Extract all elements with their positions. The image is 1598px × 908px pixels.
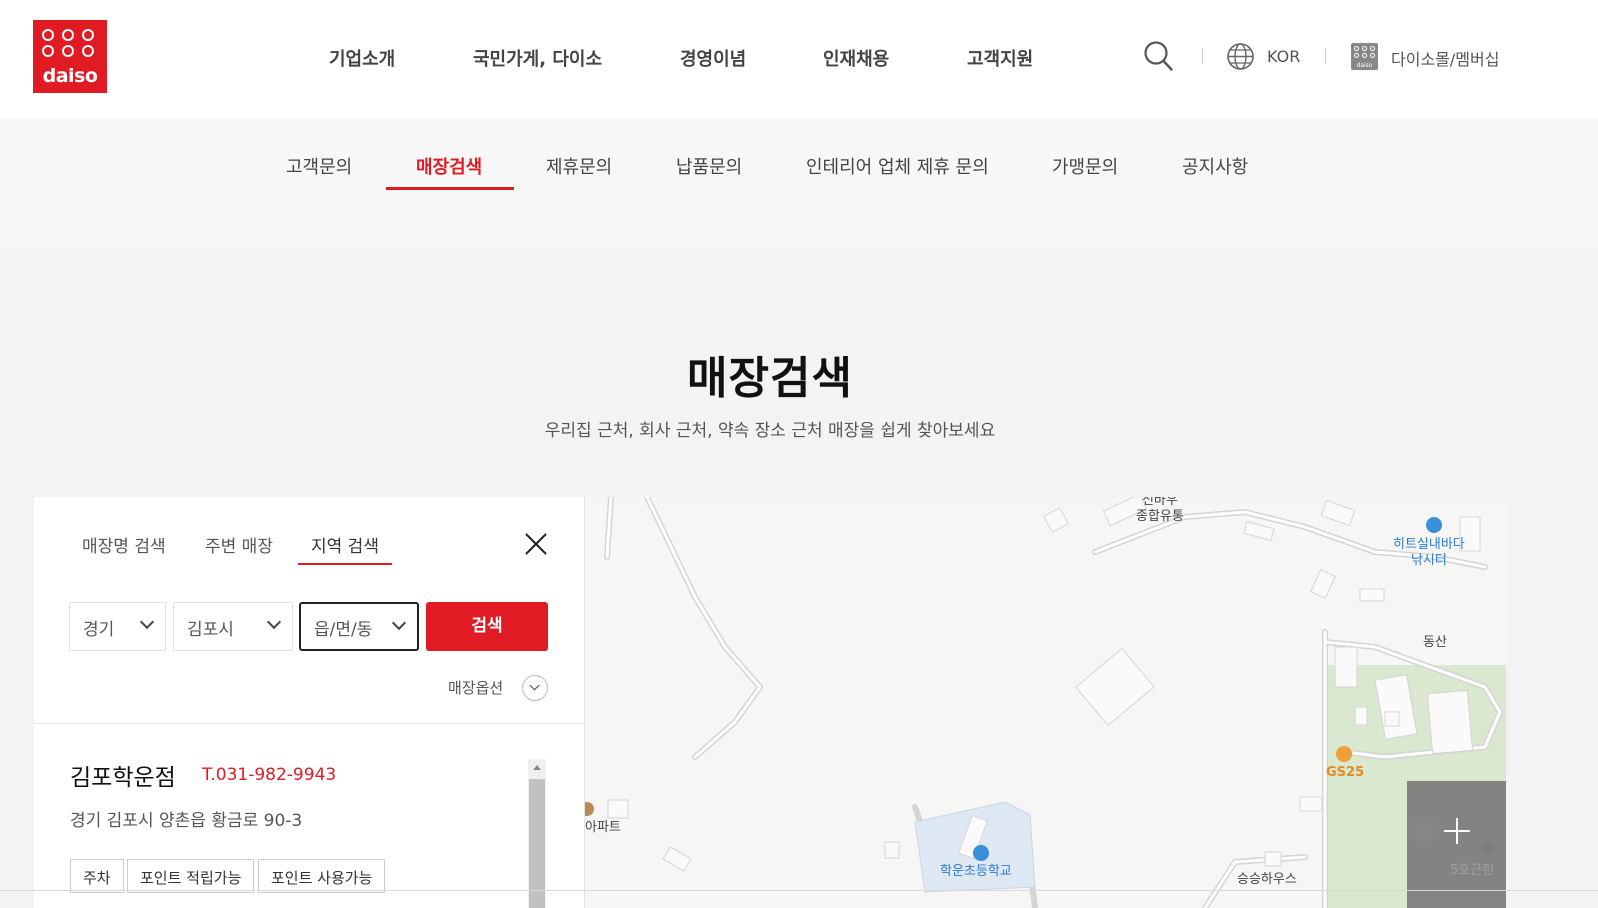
scroll-up-arrow[interactable] (533, 765, 541, 770)
map-canvas (585, 497, 1506, 908)
badge-point-use: 포인트 사용가능 (258, 859, 386, 893)
map-label-market[interactable]: 신바우 종합유통 (1136, 497, 1184, 525)
map-label-shop: 5호근린 (1450, 863, 1495, 878)
result-scrollbar[interactable] (528, 759, 546, 908)
tab-store-search[interactable]: 매장검색 (416, 153, 482, 179)
map-zoom-control[interactable]: 5호근린 (1407, 781, 1506, 908)
panel-divider (34, 723, 585, 724)
city-select[interactable]: 김포시 (173, 602, 293, 651)
store-options-toggle[interactable] (522, 675, 548, 701)
page-bottom-line (0, 890, 1598, 891)
zoom-in-icon[interactable] (1456, 818, 1458, 844)
store-options-label[interactable]: 매장옵션 (448, 677, 503, 698)
util-separator (1325, 49, 1326, 63)
store-map[interactable]: 신바우 종합유통 히트실내바다 낚시터 동산 GS25 아파트 학운초등학교 승… (585, 497, 1506, 908)
tab-franchise[interactable]: 가맹문의 (1052, 153, 1118, 179)
badge-point-earn: 포인트 적립가능 (127, 859, 255, 893)
search-icon[interactable] (1143, 40, 1173, 72)
gnb-about[interactable]: 기업소개 (329, 45, 395, 71)
active-tab-underline (386, 187, 514, 190)
language-selector[interactable]: KOR (1267, 47, 1300, 66)
gnb-recruit[interactable]: 인재채용 (823, 45, 889, 71)
util-separator (1202, 49, 1203, 63)
daiso-mall-icon[interactable]: daiso (1351, 43, 1378, 70)
tab-customer-inquiry[interactable]: 고객문의 (286, 153, 352, 179)
globe-icon[interactable] (1226, 42, 1255, 71)
tab-region-search[interactable]: 지역 검색 (311, 532, 379, 557)
chevron-down-icon (266, 614, 282, 630)
tab-interior[interactable]: 인테리어 업체 제휴 문의 (806, 153, 989, 179)
sub-navigation: 고객문의 매장검색 제휴문의 납품문의 인테리어 업체 제휴 문의 가맹문의 공… (0, 118, 1598, 248)
chevron-down-icon (529, 680, 540, 691)
logo-wordmark: daiso (42, 65, 98, 87)
tab-notice[interactable]: 공지사항 (1182, 153, 1248, 179)
tab-nearby[interactable]: 주변 매장 (205, 532, 273, 557)
region-tab-underline (298, 563, 392, 565)
map-label-fishing[interactable]: 히트실내바다 낚시터 (1393, 537, 1465, 569)
chevron-down-icon (139, 614, 155, 630)
apt-pin (585, 802, 594, 816)
tab-partnership[interactable]: 제휴문의 (546, 153, 612, 179)
map-label-house[interactable]: 승승하우스 (1237, 872, 1297, 888)
map-label-school[interactable]: 학운초등학교 (940, 864, 1012, 880)
fishing-pin (1426, 517, 1442, 533)
tab-supply[interactable]: 납품문의 (676, 153, 742, 179)
map-label-apt[interactable]: 아파트 (585, 820, 621, 836)
district-value: 읍/면/동 (314, 620, 373, 640)
gnb-support[interactable]: 고객지원 (967, 45, 1033, 71)
search-button[interactable]: 검색 (426, 602, 548, 651)
school-pin (973, 845, 989, 861)
store-address: 경기 김포시 양촌읍 황금로 90-3 (70, 811, 303, 831)
province-select[interactable]: 경기 (69, 602, 166, 651)
gnb-philosophy[interactable]: 경영이념 (680, 45, 746, 71)
gs25-pin (1336, 746, 1352, 762)
district-select[interactable]: 읍/면/동 (299, 602, 419, 651)
map-label-gs25[interactable]: GS25 (1326, 765, 1364, 781)
mall-membership-link[interactable]: 다이소몰/멤버십 (1391, 46, 1499, 70)
scroll-thumb[interactable] (529, 779, 545, 908)
chevron-down-icon (391, 615, 407, 631)
gnb-daiso[interactable]: 국민가게, 다이소 (473, 45, 602, 71)
city-value: 김포시 (187, 620, 234, 640)
store-search-panel: 매장명 검색 주변 매장 지역 검색 경기 김포시 읍/면/동 검색 매장옵션 … (34, 497, 585, 908)
store-name[interactable]: 김포학운점 (70, 758, 176, 792)
close-icon[interactable] (524, 532, 548, 556)
page-subtitle: 우리집 근처, 회사 근처, 약속 장소 근처 매장을 쉽게 찾아보세요 (544, 421, 996, 441)
site-header: daiso 기업소개 국민가게, 다이소 경영이념 인재채용 고객지원 KOR … (0, 0, 1598, 118)
tab-name-search[interactable]: 매장명 검색 (82, 532, 166, 557)
page-title: 매장검색 (687, 353, 853, 404)
badge-parking: 주차 (70, 859, 124, 893)
logo-dots (42, 29, 98, 57)
daiso-logo[interactable]: daiso (33, 20, 107, 93)
province-value: 경기 (83, 620, 115, 640)
store-phone[interactable]: T.031-982-9943 (202, 765, 336, 785)
map-label-hill: 동산 (1423, 635, 1447, 650)
